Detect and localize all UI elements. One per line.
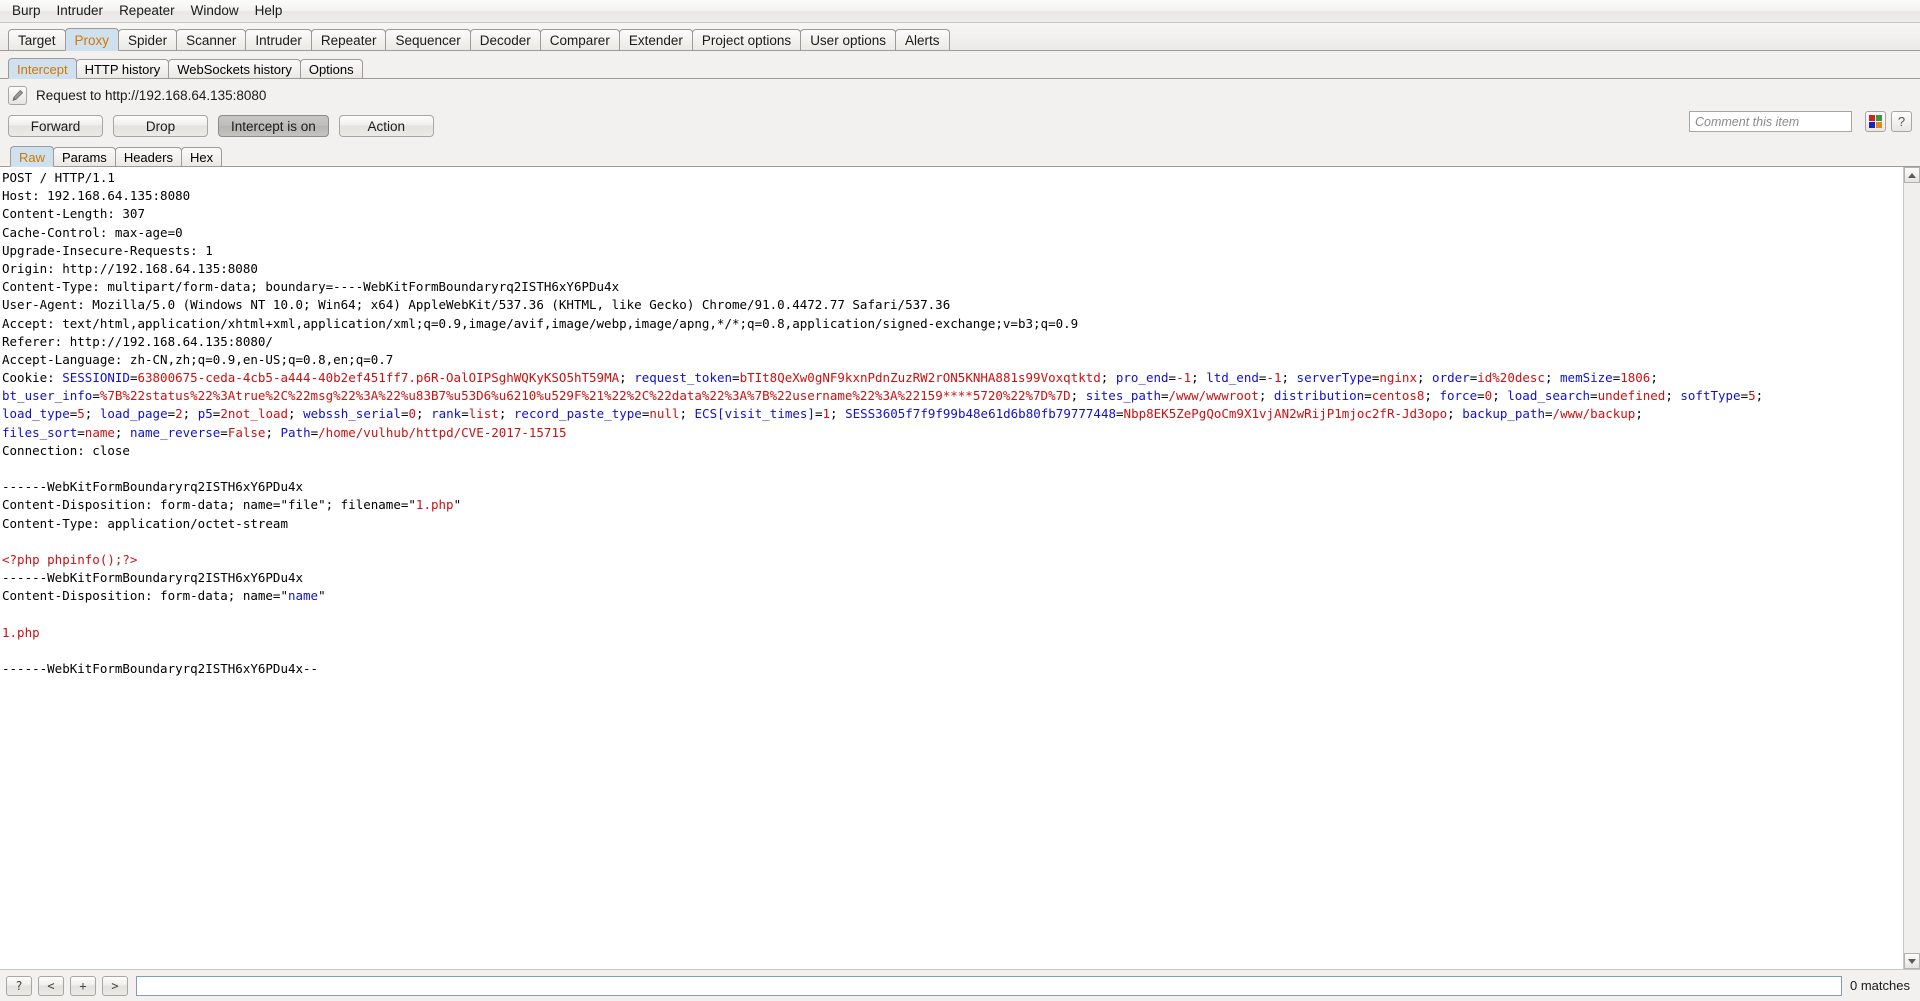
request-line: files_sort=name; name_reverse=False; Pat… bbox=[2, 424, 567, 440]
tab-scanner[interactable]: Scanner bbox=[176, 29, 247, 50]
menu-item-help[interactable]: Help bbox=[247, 1, 291, 21]
color-grid-swatches bbox=[1869, 115, 1882, 128]
scroll-up-arrow[interactable] bbox=[1904, 167, 1920, 183]
request-line: Host: 192.168.64.135:8080 bbox=[2, 188, 191, 204]
subtab-options[interactable]: Options bbox=[299, 59, 363, 78]
raw-request-editor[interactable]: POST / HTTP/1.1 Host: 192.168.64.135:8080… bbox=[0, 167, 1903, 969]
editor-tab-headers[interactable]: Headers bbox=[114, 147, 182, 166]
request-line: Connection: close bbox=[2, 442, 130, 458]
menu-item-repeater[interactable]: Repeater bbox=[111, 1, 183, 21]
action-button[interactable]: Action bbox=[338, 115, 434, 137]
page-title: Request to http://192.168.64.135:8080 bbox=[36, 88, 267, 103]
subtab-http-history[interactable]: HTTP history bbox=[75, 59, 170, 78]
burp-suite-window: Burp Intruder Repeater Window Help Target Pro… bbox=[0, 0, 1920, 1001]
request-line: Content-Length: 307 bbox=[2, 206, 145, 222]
scroll-down-arrow[interactable] bbox=[1904, 953, 1920, 969]
message-editor-area: POST / HTTP/1.1 Host: 192.168.64.135:8080… bbox=[0, 166, 1920, 969]
forward-button[interactable]: Forward bbox=[8, 115, 103, 137]
subtab-websockets-history[interactable]: WebSockets history bbox=[168, 59, 301, 78]
tab-repeater[interactable]: Repeater bbox=[310, 29, 387, 50]
request-line: Origin: http://192.168.64.135:8080 bbox=[2, 260, 258, 276]
request-line bbox=[2, 606, 1903, 624]
menu-item-window[interactable]: Window bbox=[183, 1, 247, 21]
tab-comparer[interactable]: Comparer bbox=[539, 29, 620, 50]
search-next-button[interactable]: > bbox=[102, 975, 128, 996]
tab-alerts[interactable]: Alerts bbox=[894, 29, 950, 50]
request-line: <?php phpinfo();?> bbox=[2, 551, 138, 567]
request-line: ------WebKitFormBoundaryrq2ISTH6xY6PDu4x bbox=[2, 570, 304, 586]
request-line: Accept: text/html,application/xhtml+xml,… bbox=[2, 315, 1079, 331]
request-line: 1.php bbox=[2, 624, 40, 640]
request-line bbox=[2, 642, 1903, 660]
editor-vertical-scrollbar[interactable] bbox=[1903, 167, 1920, 969]
tab-proxy[interactable]: Proxy bbox=[64, 28, 120, 51]
request-line: User-Agent: Mozilla/5.0 (Windows NT 10.0… bbox=[2, 297, 951, 313]
tab-decoder[interactable]: Decoder bbox=[469, 29, 541, 50]
item-annotation-cluster: ? bbox=[1689, 111, 1912, 132]
request-line: Referer: http://192.168.64.135:8080/ bbox=[2, 333, 273, 349]
request-line: Content-Type: application/octet-stream bbox=[2, 515, 288, 531]
request-line bbox=[2, 460, 1903, 478]
pencil-icon[interactable] bbox=[8, 86, 27, 105]
intercept-action-row: Forward Drop Intercept is on Action ? bbox=[0, 108, 1920, 141]
tab-extender[interactable]: Extender bbox=[618, 29, 693, 50]
tab-sequencer[interactable]: Sequencer bbox=[385, 29, 471, 50]
request-info-row: Request to http://192.168.64.135:8080 bbox=[0, 79, 1920, 108]
menu-item-intruder[interactable]: Intruder bbox=[49, 1, 112, 21]
request-line: ------WebKitFormBoundaryrq2ISTH6xY6PDu4x… bbox=[2, 661, 319, 677]
request-line: Upgrade-Insecure-Requests: 1 bbox=[2, 242, 213, 258]
menu-bar: Burp Intruder Repeater Window Help bbox=[0, 0, 1920, 23]
search-help-icon[interactable]: ? bbox=[6, 975, 32, 996]
editor-tab-raw[interactable]: Raw bbox=[10, 146, 55, 167]
tab-project-options[interactable]: Project options bbox=[691, 29, 802, 50]
drop-button[interactable]: Drop bbox=[113, 115, 208, 137]
search-prev-button[interactable]: < bbox=[38, 975, 64, 996]
search-input[interactable] bbox=[136, 975, 1843, 996]
editor-tab-hex[interactable]: Hex bbox=[180, 147, 223, 166]
request-line: bt_user_info=%7B%22status%22%3Atrue%2C%2… bbox=[2, 388, 1764, 404]
message-editor-tab-strip: Raw Params Headers Hex bbox=[0, 141, 1920, 167]
request-line: Content-Disposition: form-data; name="fi… bbox=[2, 497, 462, 513]
editor-search-bar: ? < + > 0 matches bbox=[0, 969, 1920, 1001]
tab-spider[interactable]: Spider bbox=[118, 29, 178, 50]
request-line: Content-Type: multipart/form-data; bound… bbox=[2, 279, 620, 295]
request-line: Cookie: SESSIONID=63800675-ceda-4cb5-a44… bbox=[2, 370, 1658, 386]
search-matches-count: 0 matches bbox=[1850, 978, 1910, 993]
request-line bbox=[2, 533, 1903, 551]
request-line: Content-Disposition: form-data; name="na… bbox=[2, 588, 326, 604]
color-grid-icon[interactable] bbox=[1865, 111, 1886, 132]
request-line: Accept-Language: zh-CN,zh;q=0.9,en-US;q=… bbox=[2, 351, 394, 367]
menu-item-burp[interactable]: Burp bbox=[4, 1, 49, 21]
tab-target[interactable]: Target bbox=[8, 29, 66, 50]
proxy-sub-tab-strip: Intercept HTTP history WebSockets history O… bbox=[0, 51, 1920, 79]
request-line: POST / HTTP/1.1 bbox=[2, 170, 115, 185]
intercept-toggle-button[interactable]: Intercept is on bbox=[218, 115, 329, 137]
request-line: Cache-Control: max-age=0 bbox=[2, 224, 183, 240]
request-line: ------WebKitFormBoundaryrq2ISTH6xY6PDu4x bbox=[2, 479, 304, 495]
main-tab-strip: Target Proxy Spider Scanner Intruder Repeater… bbox=[0, 23, 1920, 51]
editor-tab-params[interactable]: Params bbox=[53, 147, 116, 166]
tab-intruder[interactable]: Intruder bbox=[245, 29, 312, 50]
question-mark-icon[interactable]: ? bbox=[1891, 111, 1912, 132]
subtab-intercept[interactable]: Intercept bbox=[8, 58, 77, 79]
search-add-button[interactable]: + bbox=[70, 975, 96, 996]
tab-user-options[interactable]: User options bbox=[800, 29, 896, 50]
scroll-track[interactable] bbox=[1904, 183, 1920, 953]
request-line: load_type=5; load_page=2; p5=2not_load; … bbox=[2, 406, 1643, 422]
comment-input[interactable] bbox=[1689, 111, 1852, 132]
